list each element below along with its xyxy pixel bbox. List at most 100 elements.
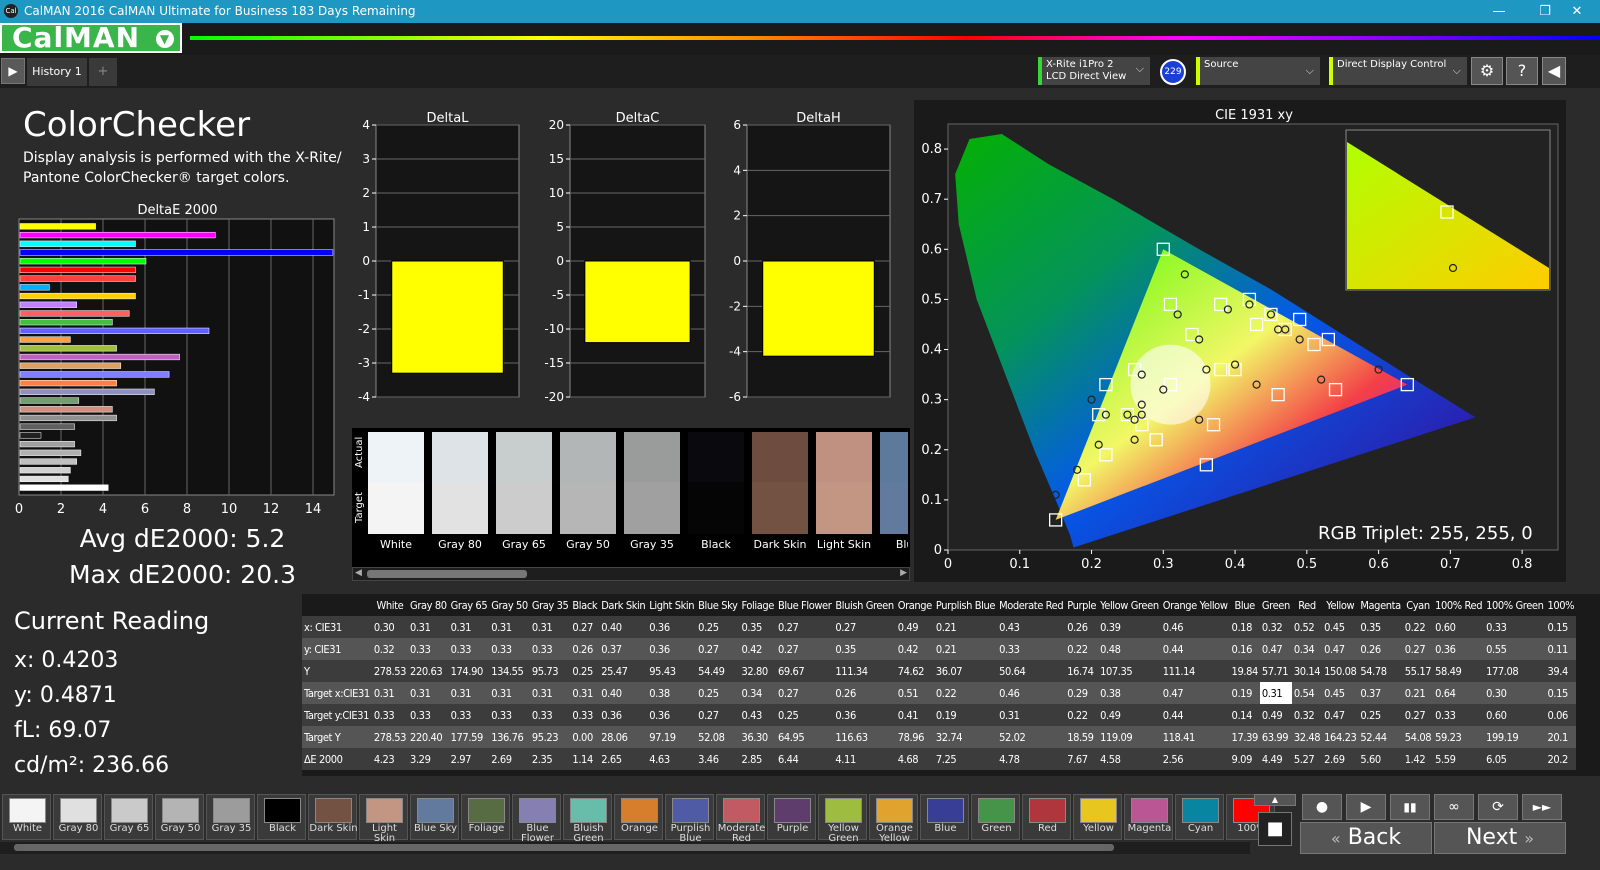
scroll-right-icon[interactable]: ▶ bbox=[900, 568, 907, 578]
table-cell[interactable]: 0.33 bbox=[1484, 616, 1546, 638]
table-cell[interactable]: 0.00 bbox=[570, 726, 600, 748]
table-cell[interactable]: 0.64 bbox=[1433, 682, 1485, 704]
table-cell[interactable]: 0.11 bbox=[1545, 638, 1577, 660]
table-cell[interactable]: 3.46 bbox=[696, 748, 740, 770]
table-cell[interactable]: 0.49 bbox=[1259, 704, 1292, 726]
table-cell[interactable]: 0.25 bbox=[570, 660, 600, 682]
table-cell[interactable]: 4.49 bbox=[1259, 748, 1292, 770]
patch-item[interactable]: Dark Skin bbox=[752, 432, 808, 552]
table-cell[interactable]: 0.34 bbox=[739, 682, 776, 704]
display-selector[interactable]: Direct Display Control ⌵ bbox=[1329, 57, 1467, 85]
table-cell[interactable]: 0.33 bbox=[448, 704, 490, 726]
table-cell[interactable]: 0.48 bbox=[1098, 638, 1161, 660]
table-cell[interactable]: 0.22 bbox=[1065, 638, 1099, 660]
table-cell[interactable]: 6.44 bbox=[776, 748, 834, 770]
patch-item[interactable]: White bbox=[368, 432, 424, 552]
table-cell[interactable]: 50.64 bbox=[997, 660, 1066, 682]
table-cell[interactable]: 0.40 bbox=[599, 616, 648, 638]
table-cell[interactable]: 0.25 bbox=[696, 616, 740, 638]
table-cell[interactable]: 0.47 bbox=[1160, 682, 1230, 704]
table-cell[interactable]: 4.11 bbox=[833, 748, 896, 770]
table-cell[interactable]: 0.31 bbox=[570, 682, 600, 704]
swatch-button[interactable]: Gray 35 bbox=[206, 794, 255, 840]
table-cell[interactable]: 0.34 bbox=[1291, 638, 1323, 660]
table-cell[interactable]: 0.26 bbox=[570, 638, 600, 660]
swatch-button[interactable]: Orange Yellow bbox=[869, 794, 918, 844]
table-cell[interactable]: 0.44 bbox=[1160, 638, 1230, 660]
table-cell[interactable]: 278.53 bbox=[371, 660, 409, 682]
table-cell[interactable]: 0.26 bbox=[1358, 638, 1403, 660]
table-cell[interactable]: 0.31 bbox=[489, 616, 530, 638]
table-cell[interactable]: 0.54 bbox=[1291, 682, 1323, 704]
table-cell[interactable]: 0.22 bbox=[1402, 616, 1434, 638]
table-cell[interactable]: 95.23 bbox=[529, 726, 571, 748]
table-cell[interactable]: 0.38 bbox=[1098, 682, 1161, 704]
continuous-button[interactable]: ∞ bbox=[1434, 794, 1474, 820]
table-cell[interactable]: 164.23 bbox=[1322, 726, 1359, 748]
table-cell[interactable]: 0.33 bbox=[1433, 704, 1485, 726]
table-cell[interactable]: 0.35 bbox=[1358, 616, 1403, 638]
table-cell[interactable]: 20.2 bbox=[1545, 748, 1577, 770]
play-sidebar-button[interactable]: ▶ bbox=[1, 58, 25, 84]
table-cell[interactable]: 0.45 bbox=[1322, 616, 1359, 638]
table-cell[interactable]: 0.42 bbox=[895, 638, 934, 660]
table-cell[interactable]: 0.40 bbox=[599, 682, 648, 704]
table-row-label[interactable]: Target y:CIE31 bbox=[302, 704, 372, 726]
table-cell[interactable]: 0.31 bbox=[489, 682, 530, 704]
table-cell[interactable]: 0.27 bbox=[776, 682, 834, 704]
table-cell[interactable]: 0.33 bbox=[529, 704, 571, 726]
stop-button[interactable]: ● bbox=[1302, 794, 1342, 820]
table-cell[interactable]: 0.47 bbox=[1322, 704, 1359, 726]
table-cell[interactable]: 0.29 bbox=[1065, 682, 1099, 704]
collapse-panel-button[interactable]: ◀ bbox=[1542, 57, 1566, 85]
swatch-button[interactable]: Blue bbox=[920, 794, 969, 840]
table-cell[interactable]: 0.32 bbox=[371, 638, 409, 660]
source-selector[interactable]: Source ⌵ bbox=[1196, 57, 1320, 85]
table-cell[interactable]: 0.33 bbox=[489, 638, 530, 660]
table-cell[interactable]: 0.36 bbox=[647, 638, 697, 660]
stop-measure-button[interactable]: ■ bbox=[1258, 812, 1292, 846]
table-cell[interactable]: 0.27 bbox=[776, 616, 834, 638]
table-cell[interactable]: 78.96 bbox=[895, 726, 934, 748]
table-cell[interactable]: 134.55 bbox=[489, 660, 530, 682]
table-cell[interactable]: 4.63 bbox=[647, 748, 697, 770]
table-cell[interactable]: 0.49 bbox=[895, 616, 934, 638]
table-cell[interactable]: 2.97 bbox=[448, 748, 490, 770]
table-cell[interactable]: 0.45 bbox=[1322, 682, 1359, 704]
table-cell[interactable]: 7.67 bbox=[1065, 748, 1099, 770]
swatch-button[interactable]: Black bbox=[257, 794, 306, 840]
tab-history-1[interactable]: History 1 bbox=[27, 58, 87, 86]
swatch-scrollbar[interactable] bbox=[0, 842, 1250, 854]
table-cell[interactable]: 278.53 bbox=[371, 726, 409, 748]
table-cell[interactable]: 0.41 bbox=[895, 704, 934, 726]
table-cell[interactable]: 0.15 bbox=[1545, 682, 1577, 704]
table-cell[interactable]: 3.29 bbox=[408, 748, 449, 770]
table-cell[interactable]: 0.33 bbox=[489, 704, 530, 726]
table-cell[interactable]: 0.36 bbox=[599, 704, 648, 726]
table-cell[interactable]: 0.51 bbox=[895, 682, 934, 704]
table-cell[interactable]: 111.14 bbox=[1160, 660, 1230, 682]
table-cell[interactable]: 0.31 bbox=[408, 682, 449, 704]
table-cell[interactable]: 17.39 bbox=[1229, 726, 1260, 748]
table-cell[interactable]: 54.49 bbox=[696, 660, 740, 682]
table-row-label[interactable]: x: CIE31 bbox=[302, 616, 372, 638]
table-cell[interactable]: 6.05 bbox=[1484, 748, 1546, 770]
table-cell[interactable]: 0.36 bbox=[1433, 638, 1485, 660]
table-cell[interactable]: 0.30 bbox=[1484, 682, 1546, 704]
table-cell[interactable]: 0.47 bbox=[1322, 638, 1359, 660]
patch-item[interactable]: Black bbox=[688, 432, 744, 552]
table-cell[interactable]: 0.44 bbox=[1160, 704, 1230, 726]
table-cell[interactable]: 0.35 bbox=[739, 616, 776, 638]
table-cell[interactable]: 0.33 bbox=[997, 638, 1066, 660]
table-cell[interactable]: 54.08 bbox=[1402, 726, 1434, 748]
patch-scroll-thumb[interactable] bbox=[367, 570, 527, 578]
patch-scrollbar[interactable]: ◀ ▶ bbox=[352, 567, 910, 581]
table-cell[interactable]: 111.34 bbox=[833, 660, 896, 682]
swatch-button[interactable]: Moderate Red bbox=[716, 794, 765, 844]
table-cell[interactable]: 95.43 bbox=[647, 660, 697, 682]
table-cell[interactable]: 136.76 bbox=[489, 726, 530, 748]
table-cell[interactable]: 0.33 bbox=[408, 704, 449, 726]
patch-item[interactable]: Gray 80 bbox=[432, 432, 488, 552]
table-row-label[interactable]: Target Y bbox=[302, 726, 372, 748]
table-cell[interactable]: 54.78 bbox=[1358, 660, 1403, 682]
